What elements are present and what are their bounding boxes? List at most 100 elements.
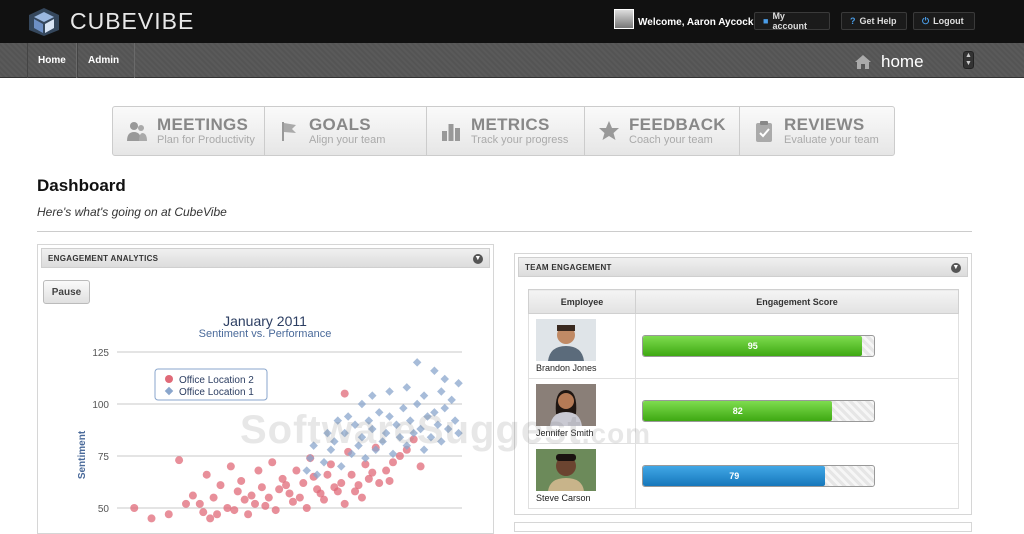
collapse-icon[interactable]: ▼ [951, 263, 961, 273]
data-point[interactable] [261, 501, 270, 510]
data-point[interactable] [275, 485, 284, 494]
data-point[interactable] [375, 479, 384, 488]
data-point[interactable] [288, 497, 297, 506]
tab-feedback[interactable]: FEEDBACK Coach your team [585, 107, 740, 155]
data-point[interactable] [247, 491, 256, 500]
engagement-analytics-title: ENGAGEMENT ANALYTICS [48, 253, 159, 263]
data-point[interactable] [330, 483, 339, 492]
employee-photo[interactable] [536, 319, 596, 361]
data-point[interactable] [244, 510, 253, 519]
data-point[interactable] [316, 489, 325, 498]
user-avatar[interactable] [614, 9, 634, 29]
data-point[interactable] [337, 462, 346, 471]
data-point[interactable] [182, 499, 190, 508]
score-bar-fill: 95 [643, 336, 863, 356]
cube-logo-icon[interactable] [26, 6, 62, 36]
data-point[interactable] [395, 452, 404, 460]
tab-meetings[interactable]: MEETINGS Plan for Productivity [113, 107, 265, 155]
data-point[interactable] [368, 391, 377, 400]
data-point[interactable] [419, 391, 429, 400]
data-point[interactable] [257, 483, 266, 492]
data-point[interactable] [213, 510, 222, 519]
data-point[interactable] [319, 457, 329, 467]
data-point[interactable] [440, 374, 449, 384]
data-point[interactable] [437, 387, 446, 396]
employee-photo[interactable] [536, 449, 596, 491]
page-select-toggle[interactable]: ▲ ▼ [963, 51, 974, 69]
data-point[interactable] [357, 399, 367, 409]
data-point[interactable] [402, 383, 412, 392]
data-point[interactable] [216, 481, 225, 490]
data-point[interactable] [357, 493, 366, 502]
data-point[interactable] [209, 493, 218, 502]
logout-button[interactable]: ⏻ Logout [913, 12, 975, 30]
tab-metrics[interactable]: METRICS Track your progress [427, 107, 585, 155]
tab-reviews[interactable]: REVIEWS Evaluate your team [740, 107, 894, 155]
data-point[interactable] [254, 466, 263, 475]
data-point[interactable] [206, 514, 215, 523]
nav-home[interactable]: Home [27, 43, 77, 78]
data-point[interactable] [385, 476, 394, 485]
my-account-button[interactable]: ■ My account [754, 11, 830, 31]
data-point[interactable] [412, 399, 422, 409]
data-point[interactable] [337, 479, 346, 488]
data-point[interactable] [188, 491, 197, 500]
brand-name[interactable]: CUBEVIBE [70, 8, 194, 35]
nav-admin[interactable]: Admin [77, 43, 135, 78]
data-point[interactable] [412, 358, 422, 367]
data-point[interactable] [264, 493, 273, 502]
data-point[interactable] [240, 495, 249, 504]
data-point[interactable] [268, 458, 277, 467]
collapse-icon[interactable]: ▼ [473, 254, 483, 264]
data-point[interactable] [233, 487, 242, 496]
get-help-button[interactable]: ? Get Help [841, 12, 907, 30]
tab-goals[interactable]: GOALS Align your team [265, 107, 427, 155]
data-point[interactable] [202, 470, 211, 479]
data-point[interactable] [351, 487, 360, 496]
data-point[interactable] [199, 508, 208, 517]
data-point[interactable] [295, 493, 304, 502]
data-point[interactable] [302, 504, 311, 512]
data-point[interactable] [195, 499, 204, 508]
data-point[interactable] [368, 468, 377, 477]
table-row[interactable]: Steve Carson 79 [528, 443, 959, 509]
data-point[interactable] [223, 504, 232, 512]
data-point[interactable] [299, 479, 308, 488]
data-point[interactable] [237, 476, 246, 485]
data-point[interactable] [340, 499, 349, 508]
data-point[interactable] [347, 470, 356, 479]
data-point[interactable] [361, 453, 370, 463]
legend-label[interactable]: Office Location 2 [179, 375, 254, 386]
data-point[interactable] [416, 462, 425, 471]
data-point[interactable] [230, 506, 239, 515]
data-point[interactable] [340, 389, 349, 398]
data-point[interactable] [430, 366, 439, 375]
pause-button[interactable]: Pause [43, 280, 90, 304]
legend-marker [165, 375, 173, 383]
data-point[interactable] [282, 481, 291, 490]
column-header-score[interactable]: Engagement Score [635, 289, 959, 314]
data-point[interactable] [175, 456, 184, 465]
data-point[interactable] [389, 458, 397, 467]
data-point[interactable] [454, 378, 463, 388]
data-point[interactable] [251, 499, 259, 508]
data-point[interactable] [130, 504, 139, 512]
data-point[interactable] [285, 489, 294, 498]
data-point[interactable] [147, 514, 156, 523]
data-point[interactable] [385, 387, 394, 396]
data-point[interactable] [164, 510, 173, 519]
table-row[interactable]: Brandon Jones 95 [528, 313, 959, 379]
data-point[interactable] [447, 395, 456, 405]
chart-title: January 2011 [223, 313, 307, 329]
legend-label[interactable]: Office Location 1 [179, 387, 254, 398]
data-point[interactable] [302, 466, 311, 475]
data-point[interactable] [382, 466, 391, 475]
column-header-employee[interactable]: Employee [528, 289, 636, 314]
data-point[interactable] [271, 506, 280, 515]
data-point[interactable] [326, 460, 335, 469]
data-point[interactable] [305, 453, 315, 463]
data-point[interactable] [226, 462, 235, 471]
data-point[interactable] [323, 470, 332, 479]
tab-reviews-title: REVIEWS [784, 115, 865, 134]
data-point[interactable] [292, 466, 301, 475]
